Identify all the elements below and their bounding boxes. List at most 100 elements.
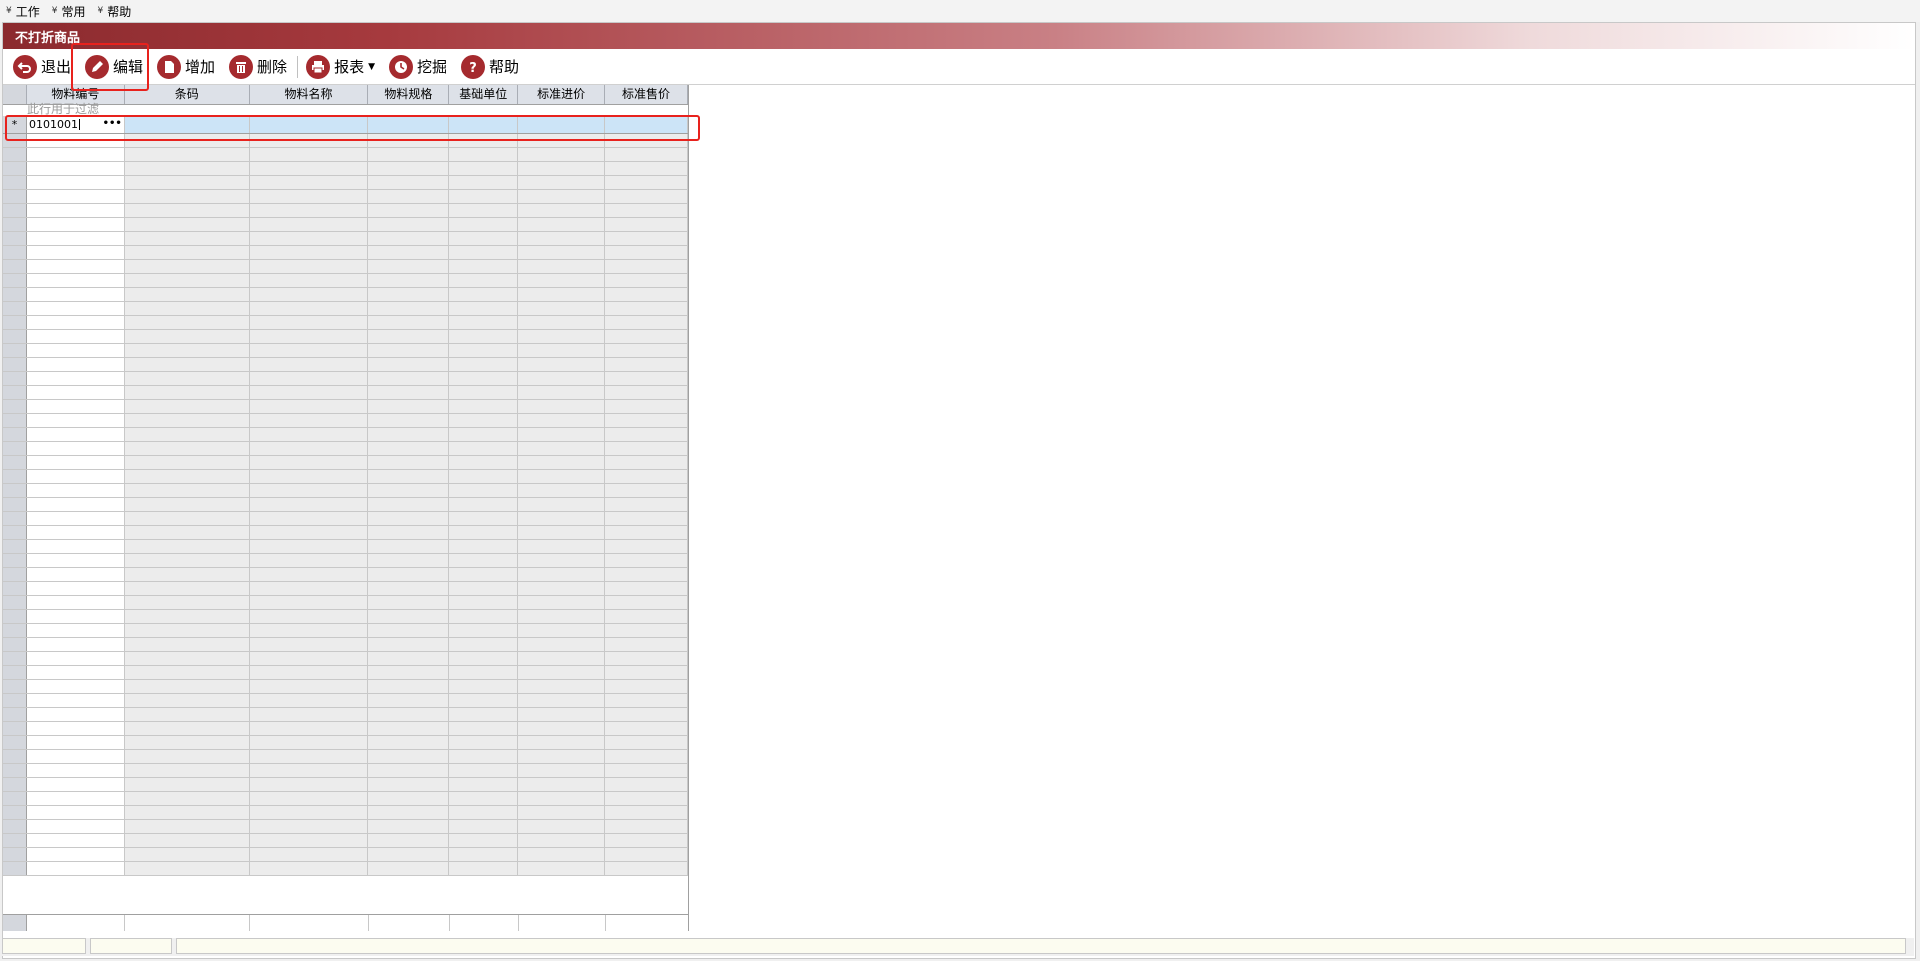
new-row[interactable]: * 0101001 ••• (3, 116, 688, 134)
column-header[interactable]: 标准售价 (605, 85, 688, 104)
grid-cell[interactable] (449, 624, 519, 637)
grid-cell[interactable] (449, 498, 519, 511)
table-row[interactable] (3, 708, 688, 722)
grid-cell[interactable] (249, 652, 369, 665)
table-row[interactable] (3, 428, 688, 442)
grid-cell[interactable] (124, 568, 250, 581)
table-row[interactable] (3, 344, 688, 358)
table-row[interactable] (3, 722, 688, 736)
grid-cell[interactable] (605, 568, 688, 581)
grid-cell[interactable] (449, 260, 519, 273)
grid-cell[interactable] (449, 834, 519, 847)
grid-cell[interactable] (449, 428, 519, 441)
row-indicator[interactable] (3, 498, 27, 511)
grid-cell[interactable] (449, 638, 519, 651)
grid-cell[interactable] (449, 750, 519, 763)
grid-cell[interactable] (26, 596, 125, 609)
grid-cell[interactable] (368, 288, 450, 301)
grid-cell[interactable] (249, 834, 369, 847)
grid-cell[interactable] (124, 862, 250, 875)
grid-cell[interactable] (605, 246, 688, 259)
grid-cell[interactable] (249, 582, 369, 595)
table-row[interactable] (3, 442, 688, 456)
grid-cell[interactable] (518, 806, 606, 819)
grid-cell[interactable] (518, 512, 606, 525)
table-row[interactable] (3, 456, 688, 470)
row-indicator[interactable] (3, 218, 27, 231)
row-indicator[interactable] (3, 652, 27, 665)
grid-cell[interactable] (124, 498, 250, 511)
grid-cell[interactable] (605, 596, 688, 609)
grid-cell[interactable] (124, 708, 250, 721)
grid-cell[interactable] (249, 428, 369, 441)
table-row[interactable] (3, 274, 688, 288)
grid-cell[interactable] (449, 470, 519, 483)
grid-cell[interactable] (26, 134, 125, 147)
grid-cell[interactable] (249, 484, 369, 497)
table-row[interactable] (3, 638, 688, 652)
grid-cell[interactable] (605, 722, 688, 735)
table-row[interactable] (3, 596, 688, 610)
row-indicator[interactable] (3, 302, 27, 315)
grid-cell[interactable] (249, 554, 369, 567)
grid-cell[interactable] (449, 820, 519, 833)
grid-cell[interactable] (249, 372, 369, 385)
grid-cell[interactable] (449, 680, 519, 693)
grid-cell[interactable] (124, 358, 250, 371)
grid-cell[interactable] (368, 204, 450, 217)
grid-cell[interactable] (368, 540, 450, 553)
grid-cell[interactable] (249, 358, 369, 371)
row-indicator[interactable] (3, 358, 27, 371)
table-row[interactable] (3, 218, 688, 232)
grid-cell[interactable] (124, 750, 250, 763)
grid-cell[interactable] (26, 848, 125, 861)
table-row[interactable] (3, 694, 688, 708)
grid-cell[interactable] (518, 680, 606, 693)
grid-cell[interactable] (518, 218, 606, 231)
grid-cell[interactable] (518, 764, 606, 777)
grid-cell[interactable] (368, 134, 450, 147)
grid-cell[interactable] (518, 736, 606, 749)
grid-cell[interactable] (605, 694, 688, 707)
grid-cell[interactable] (518, 246, 606, 259)
table-row[interactable] (3, 862, 688, 876)
grid-cell[interactable] (249, 148, 369, 161)
grid-cell[interactable] (449, 806, 519, 819)
grid-cell[interactable] (26, 652, 125, 665)
grid-cell[interactable] (449, 778, 519, 791)
row-indicator[interactable] (3, 442, 27, 455)
table-row[interactable] (3, 526, 688, 540)
grid-cell[interactable] (124, 316, 250, 329)
table-row[interactable] (3, 386, 688, 400)
row-indicator[interactable] (3, 540, 27, 553)
grid-cell[interactable] (26, 428, 125, 441)
grid-cell[interactable] (605, 274, 688, 287)
exit-button[interactable]: 退出 (13, 52, 71, 82)
grid-cell[interactable] (605, 848, 688, 861)
grid-cell[interactable] (124, 442, 250, 455)
grid-cell[interactable] (605, 358, 688, 371)
grid-cell[interactable] (368, 162, 450, 175)
grid-cell[interactable] (518, 442, 606, 455)
grid-cell[interactable] (26, 288, 125, 301)
table-row[interactable] (3, 134, 688, 148)
grid-cell[interactable] (249, 750, 369, 763)
grid-cell[interactable] (605, 386, 688, 399)
table-row[interactable] (3, 302, 688, 316)
table-row[interactable] (3, 358, 688, 372)
grid-cell[interactable] (605, 736, 688, 749)
grid-cell[interactable] (368, 218, 450, 231)
grid-cell[interactable] (249, 246, 369, 259)
row-indicator[interactable] (3, 694, 27, 707)
grid-cell[interactable] (124, 722, 250, 735)
grid-cell[interactable] (26, 498, 125, 511)
column-header[interactable]: 基础单位 (449, 85, 519, 104)
grid-cell[interactable] (368, 820, 450, 833)
grid-cell[interactable] (249, 442, 369, 455)
grid-cell[interactable] (124, 302, 250, 315)
grid-cell[interactable] (368, 722, 450, 735)
grid-cell[interactable] (449, 694, 519, 707)
grid-cell[interactable] (449, 302, 519, 315)
grid-cell[interactable] (449, 512, 519, 525)
grid-cell[interactable] (449, 456, 519, 469)
